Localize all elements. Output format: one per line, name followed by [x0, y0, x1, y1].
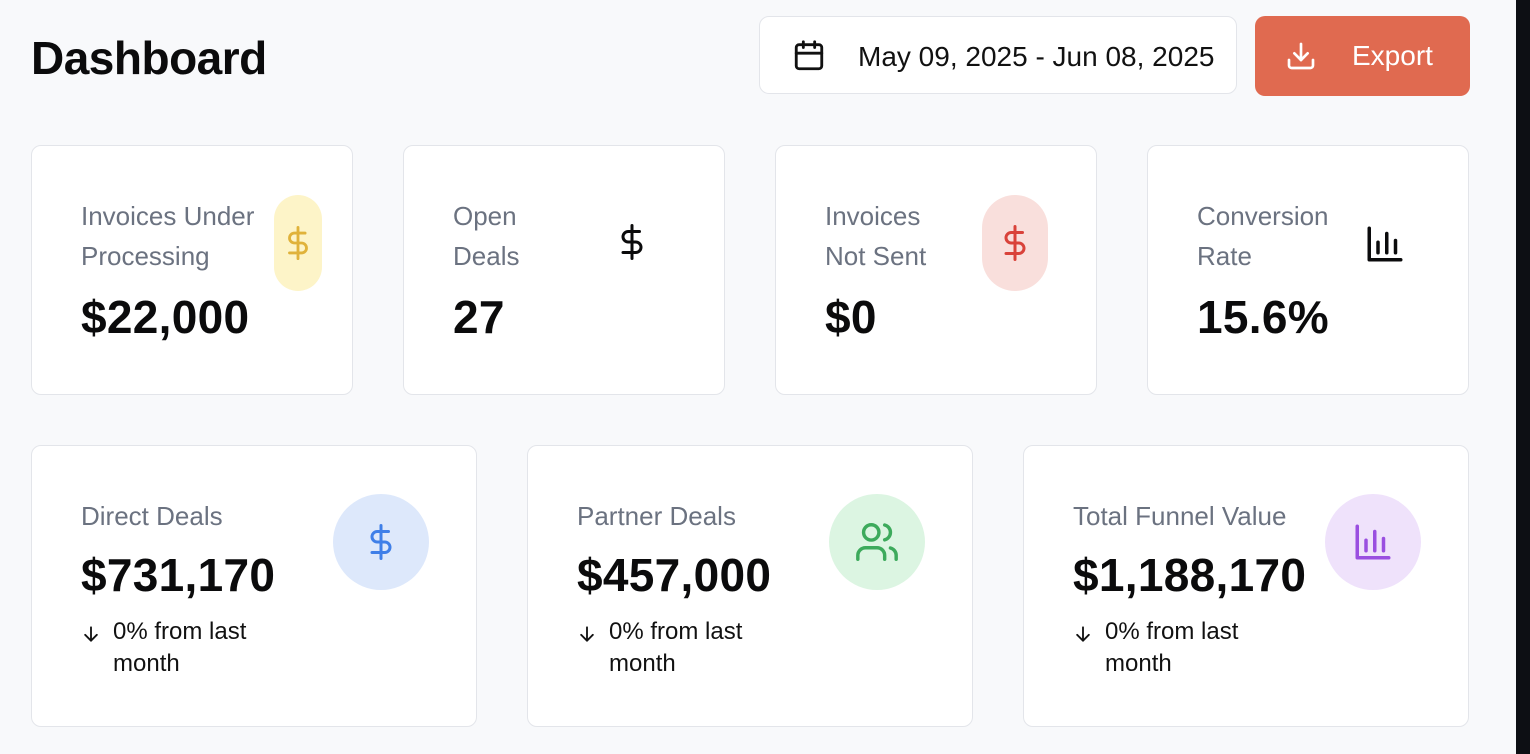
export-button-label: Export [1352, 40, 1433, 71]
deal-card-icon-badge [829, 494, 925, 590]
kpi-value: $0 [825, 291, 877, 343]
deal-card-value: $1,188,170 [1073, 549, 1307, 601]
kpi-card-invoices-not-sent: Invoices Not Sent $0 [775, 145, 1097, 395]
calendar-icon [794, 40, 824, 71]
page-title: Dashboard [31, 32, 267, 84]
window-edge [1516, 0, 1530, 754]
dollar-icon [370, 524, 392, 560]
kpi-card-open-deals: Open Deals 27 [403, 145, 725, 395]
deal-card-label: Partner Deals [577, 501, 736, 531]
trend-text: 0% from last month [609, 618, 743, 677]
deal-card-value: $457,000 [577, 549, 772, 601]
deal-card-value: $731,170 [81, 549, 276, 601]
dollar-icon [621, 224, 643, 260]
trend-indicator: 0% from last month [577, 616, 807, 682]
deal-card-partner-deals: Partner Deals $457,000 0% from last mont… [527, 445, 973, 727]
arrow-down-icon [1076, 626, 1090, 642]
kpi-icon-badge [274, 195, 322, 291]
kpi-value: 27 [453, 291, 505, 343]
arrow-down-icon [84, 626, 98, 642]
bar-chart-icon [1355, 524, 1391, 560]
users-icon [856, 523, 898, 561]
kpi-label: Invoices Not Sent [825, 201, 927, 271]
deal-card-total-funnel-value: Total Funnel Value $1,188,170 0% from la… [1023, 445, 1469, 727]
kpi-label: Conversion Rate [1197, 201, 1329, 271]
deal-card-label: Total Funnel Value [1073, 501, 1287, 531]
kpi-value: $22,000 [81, 291, 250, 343]
kpi-icon-badge [610, 218, 654, 266]
export-button[interactable]: Export [1255, 16, 1470, 96]
download-icon [1287, 42, 1315, 70]
kpi-icon-badge [982, 195, 1048, 291]
kpi-card-conversion-rate: Conversion Rate 15.6% [1147, 145, 1469, 395]
dollar-icon [1004, 225, 1026, 261]
deal-card-icon-badge [1325, 494, 1421, 590]
kpi-value: 15.6% [1197, 291, 1329, 343]
kpi-label: Invoices Under Processing [81, 201, 255, 271]
deal-card-label: Direct Deals [81, 501, 223, 531]
date-range-picker[interactable]: May 09, 2025 - Jun 08, 2025 [759, 16, 1237, 94]
trend-text: 0% from last month [113, 618, 247, 677]
kpi-label: Open Deals [453, 201, 520, 271]
arrow-down-icon [580, 626, 594, 642]
kpi-icon-badge [1362, 221, 1408, 267]
kpi-card-invoices-under-processing: Invoices Under Processing $22,000 [31, 145, 353, 395]
deal-card-direct-deals: Direct Deals $731,170 0% from last month [31, 445, 477, 727]
dollar-icon [288, 226, 308, 260]
bar-chart-icon [1367, 226, 1403, 262]
deal-card-icon-badge [333, 494, 429, 590]
date-range-text: May 09, 2025 - Jun 08, 2025 [858, 41, 1215, 72]
trend-text: 0% from last month [1105, 618, 1239, 677]
trend-indicator: 0% from last month [81, 616, 311, 682]
trend-indicator: 0% from last month [1073, 616, 1303, 682]
